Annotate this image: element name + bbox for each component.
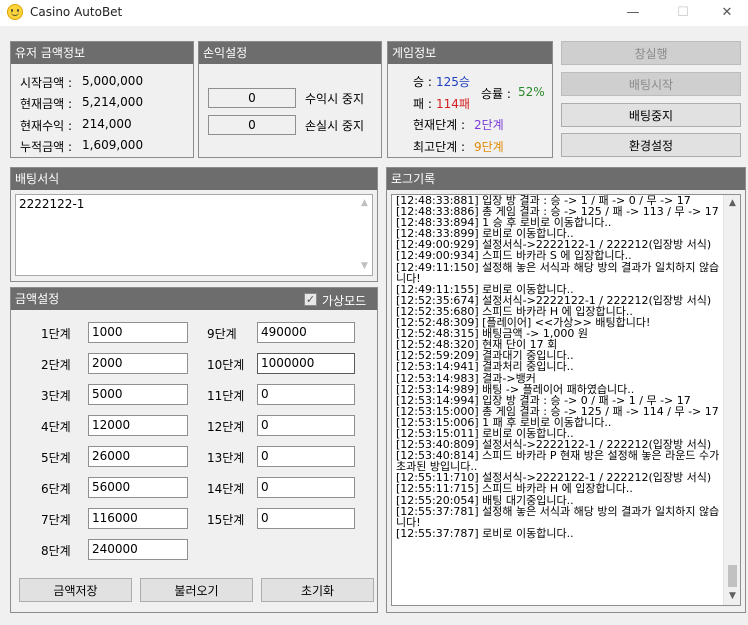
log-header: 로그기록 xyxy=(387,168,745,190)
lose-label: 패 : xyxy=(413,97,432,111)
game-info-header: 게임정보 xyxy=(388,42,552,64)
start-amount-value: 5,000,000 xyxy=(82,74,144,88)
log-scrollbar[interactable]: ▲ ▼ xyxy=(723,195,740,605)
profit-loss-panel: 손익설정 0 수익시 중지 0 손실시 중지 xyxy=(198,41,382,158)
scroll-up-icon[interactable]: ▲ xyxy=(356,195,373,212)
bet-format-header: 배팅서식 xyxy=(11,168,377,190)
max-stage-label: 최고단계 : xyxy=(413,140,466,154)
stage-amount-input[interactable]: 0 xyxy=(257,415,355,436)
stage-amount-input[interactable]: 2000 xyxy=(88,353,188,374)
stage-label: 13단계 xyxy=(207,451,245,465)
current-profit-label: 현재수익 : xyxy=(20,119,73,133)
settings-button[interactable]: 환경설정 xyxy=(561,133,741,157)
win-value: 125승 xyxy=(436,75,470,89)
loss-stop-input[interactable]: 0 xyxy=(208,115,296,135)
open-window-button[interactable]: 창실행 xyxy=(561,41,741,65)
stage-label: 3단계 xyxy=(41,389,71,403)
reset-button[interactable]: 초기화 xyxy=(261,578,374,602)
current-amount-value: 5,214,000 xyxy=(82,95,144,109)
scroll-down-icon[interactable]: ▼ xyxy=(724,588,740,605)
profit-stop-input[interactable]: 0 xyxy=(208,88,296,108)
scroll-up-icon[interactable]: ▲ xyxy=(724,195,740,212)
stage-label: 8단계 xyxy=(41,544,71,558)
current-amount-label: 현재금액 : xyxy=(20,97,73,111)
stage-amount-input[interactable]: 240000 xyxy=(88,539,188,560)
user-info-header: 유저 금액정보 xyxy=(11,42,193,64)
stage-label: 2단계 xyxy=(41,358,71,372)
stage-amount-input[interactable]: 0 xyxy=(257,477,355,498)
start-betting-button[interactable]: 배팅시작 xyxy=(561,72,741,96)
load-button[interactable]: 불러오기 xyxy=(140,578,253,602)
stage-amount-input[interactable]: 0 xyxy=(257,384,355,405)
bet-format-text: 2222122-1 xyxy=(19,197,85,211)
stage-label: 12단계 xyxy=(207,420,245,434)
win-label: 승 : xyxy=(413,75,432,89)
virtual-mode-label: 가상모드 xyxy=(322,294,367,308)
current-stage-label: 현재단계 : xyxy=(413,118,466,132)
stop-betting-button[interactable]: 배팅중지 xyxy=(561,103,741,127)
win-rate-label: 승률 : xyxy=(481,87,511,101)
stage-amount-input[interactable]: 0 xyxy=(257,508,355,529)
title-bar[interactable]: Casino AutoBet — ☐ ✕ xyxy=(0,0,748,26)
log-textarea[interactable]: [12:48:33:881] 입장 방 결과 : 승 -> 1 / 패 -> 0… xyxy=(391,194,741,606)
smiley-app-icon xyxy=(7,4,23,20)
stage-amount-input[interactable]: 56000 xyxy=(88,477,188,498)
stage-label: 15단계 xyxy=(207,513,245,527)
stage-label: 4단계 xyxy=(41,420,71,434)
user-info-panel: 유저 금액정보 시작금액 : 5,000,000 현재금액 : 5,214,00… xyxy=(10,41,194,158)
start-amount-label: 시작금액 : xyxy=(20,76,73,90)
cumulative-amount-value: 1,609,000 xyxy=(82,138,144,152)
stage-label: 11단계 xyxy=(207,389,245,403)
stage-amount-input[interactable]: 1000000 xyxy=(257,353,355,374)
stage-label: 10단계 xyxy=(207,358,245,372)
loss-stop-label: 손실시 중지 xyxy=(305,119,365,133)
max-stage-value: 9단계 xyxy=(474,140,504,154)
win-rate-value: 52% xyxy=(518,85,545,99)
stage-amount-input[interactable]: 0 xyxy=(257,446,355,467)
stage-amount-input[interactable]: 490000 xyxy=(257,322,355,343)
log-text: [12:48:33:881] 입장 방 결과 : 승 -> 1 / 패 -> 0… xyxy=(396,194,720,540)
scrollbar-thumb[interactable] xyxy=(728,565,737,587)
stage-amount-input[interactable]: 26000 xyxy=(88,446,188,467)
lose-value: 114패 xyxy=(436,97,470,111)
stage-label: 1단계 xyxy=(41,327,71,341)
window-title: Casino AutoBet xyxy=(30,5,123,19)
stage-label: 7단계 xyxy=(41,513,71,527)
stage-label: 9단계 xyxy=(207,327,237,341)
stage-label: 5단계 xyxy=(41,451,71,465)
current-stage-value: 2단계 xyxy=(474,118,504,132)
profit-loss-header: 손익설정 xyxy=(199,42,381,64)
bet-format-textarea[interactable]: 2222122-1 ▲ ▼ xyxy=(15,194,373,276)
log-panel: 로그기록 [12:48:33:881] 입장 방 결과 : 승 -> 1 / 패… xyxy=(386,167,746,613)
scroll-down-icon[interactable]: ▼ xyxy=(356,258,373,275)
amount-settings-panel: 금액설정 ✓ 가상모드 1단계 1000 2단계 2000 3단계 5000 4… xyxy=(10,287,378,613)
stage-amount-input[interactable]: 116000 xyxy=(88,508,188,529)
profit-stop-label: 수익시 중지 xyxy=(305,92,365,106)
current-profit-value: 214,000 xyxy=(82,117,132,131)
save-amount-button[interactable]: 금액저장 xyxy=(19,578,132,602)
maximize-button[interactable]: ☐ xyxy=(660,0,706,26)
game-info-panel: 게임정보 승 : 125승 패 : 114패 승률 : 52% 현재단계 : 2… xyxy=(387,41,553,158)
cumulative-amount-label: 누적금액 : xyxy=(20,140,73,154)
stage-label: 14단계 xyxy=(207,482,245,496)
stage-label: 6단계 xyxy=(41,482,71,496)
stage-amount-input[interactable]: 1000 xyxy=(88,322,188,343)
bet-format-panel: 배팅서식 2222122-1 ▲ ▼ xyxy=(10,167,378,282)
minimize-button[interactable]: — xyxy=(610,0,656,26)
virtual-mode-checkbox[interactable]: ✓ xyxy=(304,293,317,306)
stage-amount-input[interactable]: 12000 xyxy=(88,415,188,436)
close-button[interactable]: ✕ xyxy=(704,0,748,26)
stage-amount-input[interactable]: 5000 xyxy=(88,384,188,405)
bet-format-scrollbar[interactable]: ▲ ▼ xyxy=(356,195,372,275)
